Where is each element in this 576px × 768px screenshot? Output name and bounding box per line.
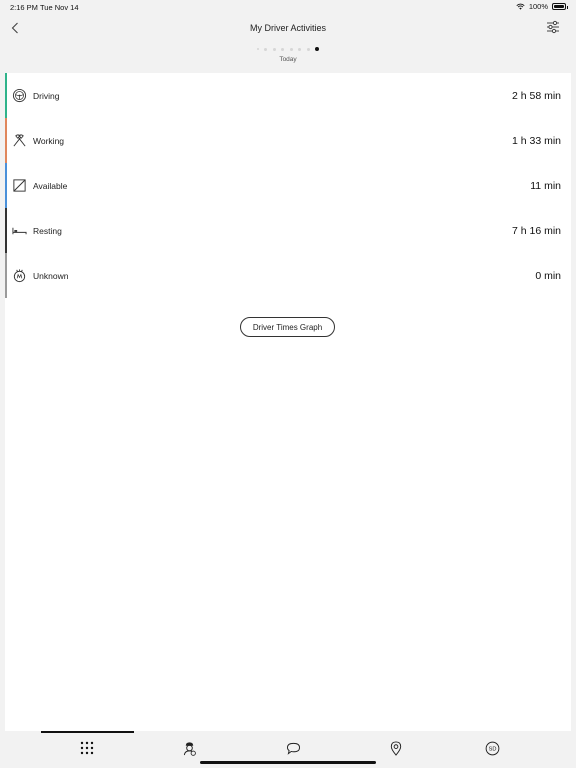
page-dots[interactable] — [0, 47, 576, 51]
activity-color-bar — [5, 73, 7, 118]
active-tab-indicator — [41, 731, 134, 733]
wifi-icon — [516, 3, 525, 10]
activity-label: Available — [33, 181, 68, 191]
activity-color-bar — [5, 208, 7, 253]
grid-menu-icon — [80, 741, 94, 755]
page-dot[interactable] — [306, 47, 310, 51]
tab-messages[interactable] — [284, 739, 302, 757]
activity-duration: 7 h 16 min — [511, 225, 561, 237]
sd-icon-text: SD — [488, 746, 496, 752]
activity-color-bar — [5, 118, 7, 163]
activity-label: Working — [33, 136, 65, 146]
activity-label: Resting — [33, 226, 62, 236]
page-dot[interactable] — [272, 47, 276, 51]
activity-label: Unknown — [33, 271, 69, 281]
home-indicator[interactable] — [200, 761, 376, 764]
bed-icon — [12, 227, 27, 235]
activity-duration: 0 min — [535, 270, 561, 282]
sliders-icon — [547, 20, 559, 34]
status-bar: 2:16 PM Tue Nov 14 100% — [0, 0, 576, 14]
location-pin-icon — [390, 740, 402, 756]
status-time: 2:16 PM — [10, 3, 38, 12]
page-dot[interactable] — [298, 47, 302, 51]
message-icon — [286, 742, 300, 755]
activity-row-resting[interactable]: Resting 7 h 16 min — [5, 208, 571, 253]
activity-color-bar — [5, 163, 7, 208]
activity-row-driving[interactable]: Driving 2 h 58 min — [5, 73, 571, 118]
battery-percent: 100% — [528, 2, 548, 11]
activity-color-bar — [5, 253, 7, 298]
steering-wheel-icon — [12, 88, 27, 103]
filter-button[interactable] — [546, 20, 560, 36]
tab-driver[interactable] — [180, 739, 198, 757]
day-label: Today — [279, 56, 297, 63]
page-dot[interactable] — [281, 47, 285, 51]
activities-panel: Driving 2 h 58 min Working 1 h 33 min Av… — [5, 73, 571, 731]
page-dot-active[interactable] — [315, 47, 320, 51]
available-square-icon — [13, 179, 26, 192]
page-title: My Driver Activities — [249, 23, 326, 33]
activity-row-unknown[interactable]: Unknown 0 min — [5, 253, 571, 298]
activity-duration: 2 h 58 min — [511, 90, 561, 102]
driver-icon — [183, 741, 196, 756]
tab-location[interactable] — [387, 739, 405, 757]
tab-sd[interactable]: SD — [483, 739, 501, 757]
page-dot[interactable] — [256, 48, 259, 50]
tab-grid-menu[interactable] — [78, 739, 96, 757]
activity-duration: 1 h 33 min — [511, 135, 561, 147]
status-date: Tue Nov 14 — [40, 3, 79, 12]
driver-times-graph-button[interactable]: Driver Times Graph — [240, 317, 335, 337]
activity-row-working[interactable]: Working 1 h 33 min — [5, 118, 571, 163]
battery-icon — [552, 3, 568, 10]
page-dot[interactable] — [264, 47, 268, 51]
hammers-icon — [13, 134, 26, 147]
activity-row-available[interactable]: Available 11 min — [5, 163, 571, 208]
page-dot[interactable] — [289, 47, 293, 51]
unknown-activity-icon — [13, 269, 26, 283]
header: My Driver Activities Today — [0, 14, 576, 72]
activity-duration: 11 min — [530, 180, 561, 192]
tab-bar: SD — [0, 731, 576, 768]
status-indicators: 100% — [516, 2, 568, 11]
sd-icon: SD — [485, 741, 499, 755]
activity-label: Driving — [33, 91, 60, 101]
